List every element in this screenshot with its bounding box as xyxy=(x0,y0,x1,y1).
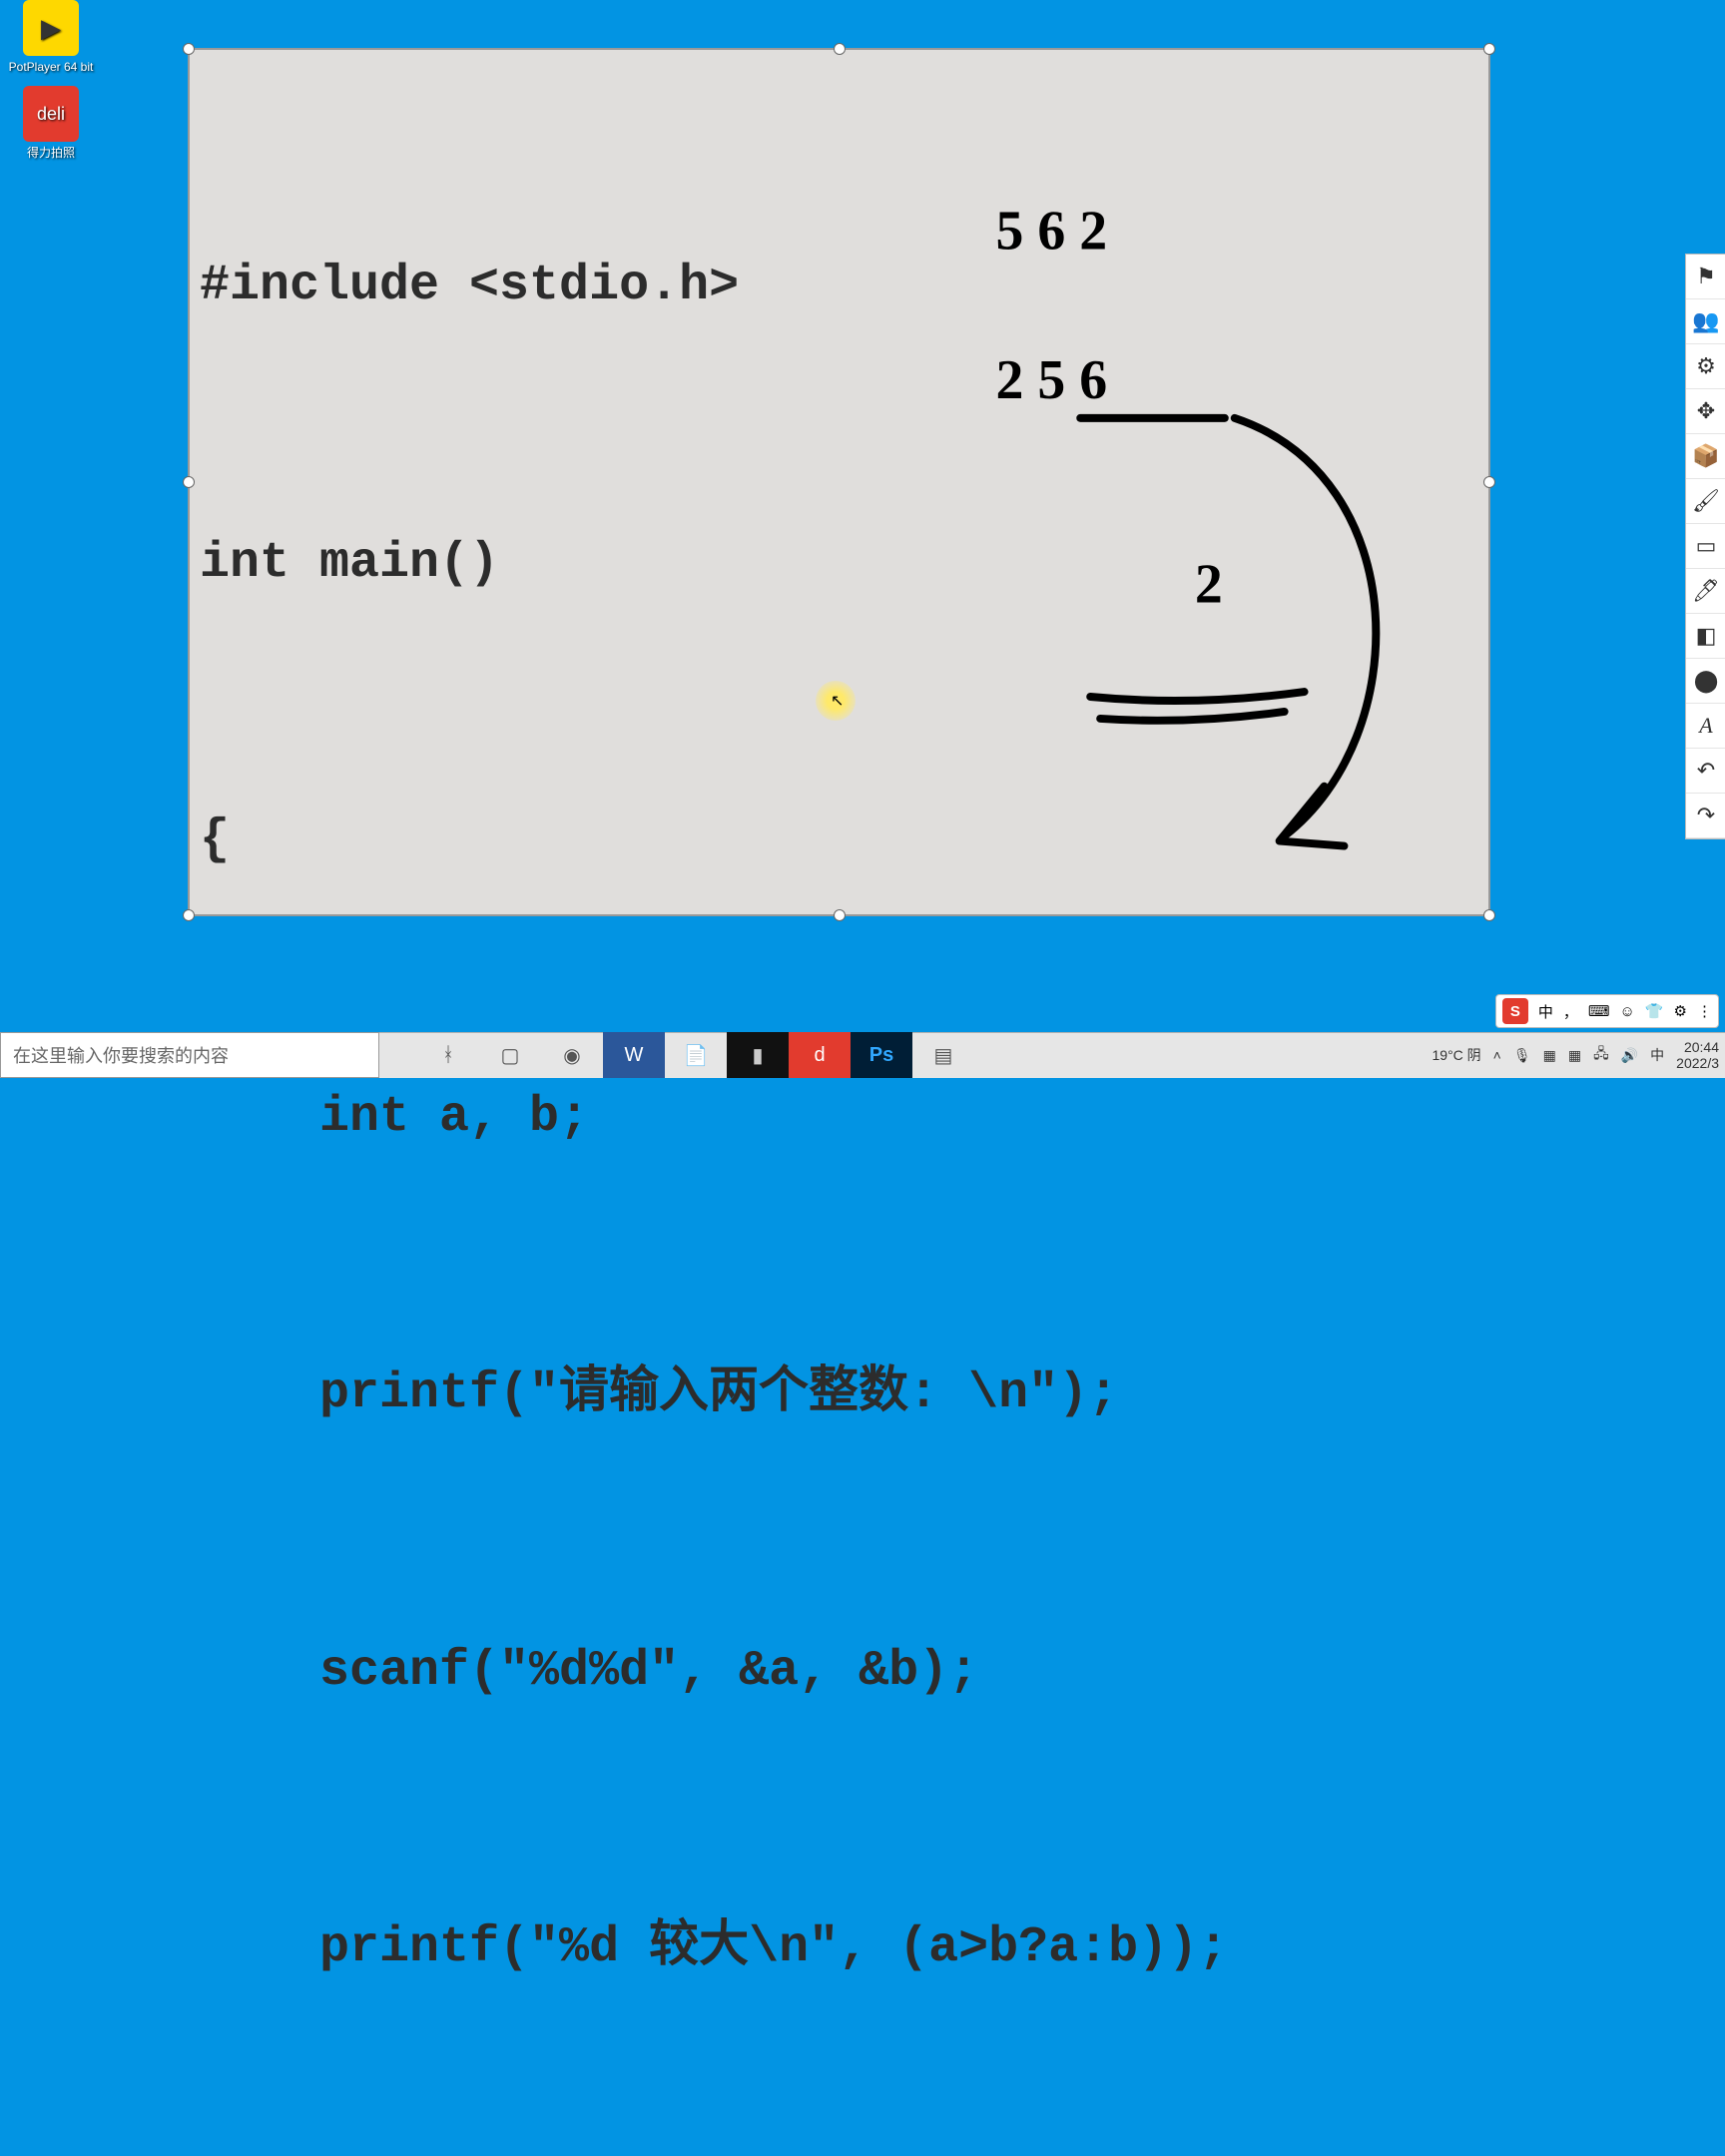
taskbar-deli-icon[interactable]: d xyxy=(789,1032,851,1078)
ime-item[interactable]: ⚙ xyxy=(1674,1002,1687,1020)
ime-item[interactable]: 👕 xyxy=(1645,1002,1664,1020)
tray-network-icon[interactable]: 🖧 xyxy=(1593,1043,1609,1067)
move-tool-icon[interactable]: ✥ xyxy=(1686,389,1725,434)
desktop-icons: ▶ PotPlayer 64 bit deli 得力拍照 xyxy=(6,0,96,160)
ime-logo-icon[interactable]: S xyxy=(1502,998,1528,1024)
taskbar-apps: ᚼ ▢ ◉ W 📄 ▮ d Ps ▤ xyxy=(417,1032,974,1078)
tray-volume-icon[interactable]: 🔊 xyxy=(1621,1047,1638,1064)
shapes-tool-icon[interactable]: ⬤ xyxy=(1686,659,1725,704)
code-content: #include <stdio.h> int main() { int a, b… xyxy=(200,56,1478,2156)
taskbar-word-icon[interactable]: W xyxy=(603,1032,665,1078)
resize-handle-bottom-right[interactable] xyxy=(1483,909,1495,921)
resize-handle-middle-right[interactable] xyxy=(1483,476,1495,488)
tray-app-icon[interactable]: ▦ xyxy=(1568,1047,1581,1064)
package-tool-icon[interactable]: 📦 xyxy=(1686,434,1725,479)
taskbar: 在这里输入你要搜索的内容 ᚼ ▢ ◉ W 📄 ▮ d Ps ▤ 19°C 阴 ˄… xyxy=(0,1032,1725,1078)
selected-image-object[interactable]: #include <stdio.h> int main() { int a, b… xyxy=(188,48,1490,916)
potplayer-icon: ▶ xyxy=(23,0,79,56)
resize-handle-middle-left[interactable] xyxy=(183,476,195,488)
search-placeholder: 在这里输入你要搜索的内容 xyxy=(13,1042,229,1068)
search-input[interactable]: 在这里输入你要搜索的内容 xyxy=(0,1032,379,1078)
group-tool-icon[interactable]: 👥 xyxy=(1686,299,1725,344)
tray-mic-icon[interactable]: 🎙 xyxy=(1513,1047,1531,1064)
tray-chevron-up-icon[interactable]: ˄ xyxy=(1493,1047,1501,1063)
eraser-tool-icon[interactable]: ◧ xyxy=(1686,614,1725,659)
resize-handle-top-right[interactable] xyxy=(1483,43,1495,55)
taskbar-photoshop-icon[interactable]: Ps xyxy=(851,1032,912,1078)
redo-tool-icon[interactable]: ↷ xyxy=(1686,794,1725,838)
system-tray: 19°C 阴 ˄ 🎙 ▦ ▦ 🖧 🔊 中 20:442022/3 xyxy=(1433,1032,1720,1078)
pen-tool-icon[interactable]: 🖊 xyxy=(1686,569,1725,614)
gear-tool-icon[interactable]: ⚙ xyxy=(1686,344,1725,389)
taskbar-notepad-icon[interactable]: 📄 xyxy=(665,1032,727,1078)
brush-tool-icon[interactable]: 🖌 xyxy=(1686,479,1725,524)
desktop-icon-label: 得力拍照 xyxy=(27,146,75,160)
taskbar-app-icon[interactable]: ▤ xyxy=(912,1032,974,1078)
resize-handle-bottom-left[interactable] xyxy=(183,909,195,921)
desktop-icon-label: PotPlayer 64 bit xyxy=(9,60,94,74)
tray-weather[interactable]: 19°C 阴 xyxy=(1433,1045,1481,1065)
ime-toolbar[interactable]: S 中 ， ⌨ ☺ 👕 ⚙ ⋮ xyxy=(1495,994,1719,1028)
flag-tool-icon[interactable]: ⚑ xyxy=(1686,255,1725,299)
annotation-tool-panel: ⚑ 👥 ⚙ ✥ 📦 🖌 ▭ 🖊 ◧ ⬤ A ↶ ↷ xyxy=(1685,254,1725,839)
resize-handle-middle-top[interactable] xyxy=(834,43,846,55)
taskbar-bluetooth-icon[interactable]: ᚼ xyxy=(417,1032,479,1078)
tray-ime[interactable]: 中 xyxy=(1650,1045,1664,1065)
taskbar-taskview-icon[interactable]: ▢ xyxy=(479,1032,541,1078)
text-tool-icon[interactable]: A xyxy=(1686,704,1725,749)
desktop-icon-potplayer[interactable]: ▶ PotPlayer 64 bit xyxy=(6,0,96,74)
ime-item[interactable]: ⋮ xyxy=(1697,1002,1712,1020)
tray-app-icon[interactable]: ▦ xyxy=(1543,1047,1556,1064)
ime-item[interactable]: ⌨ xyxy=(1588,1002,1610,1020)
select-tool-icon[interactable]: ▭ xyxy=(1686,524,1725,569)
undo-tool-icon[interactable]: ↶ xyxy=(1686,749,1725,794)
deli-icon: deli xyxy=(23,86,79,142)
ime-item[interactable]: ☺ xyxy=(1620,1003,1635,1020)
taskbar-cmd-icon[interactable]: ▮ xyxy=(727,1032,789,1078)
ime-item[interactable]: ， xyxy=(1563,1001,1578,1022)
desktop-icon-deli[interactable]: deli 得力拍照 xyxy=(6,86,96,160)
tray-clock[interactable]: 20:442022/3 xyxy=(1676,1039,1719,1071)
ime-item[interactable]: 中 xyxy=(1538,1001,1553,1022)
resize-handle-top-left[interactable] xyxy=(183,43,195,55)
taskbar-chrome-icon[interactable]: ◉ xyxy=(541,1032,603,1078)
